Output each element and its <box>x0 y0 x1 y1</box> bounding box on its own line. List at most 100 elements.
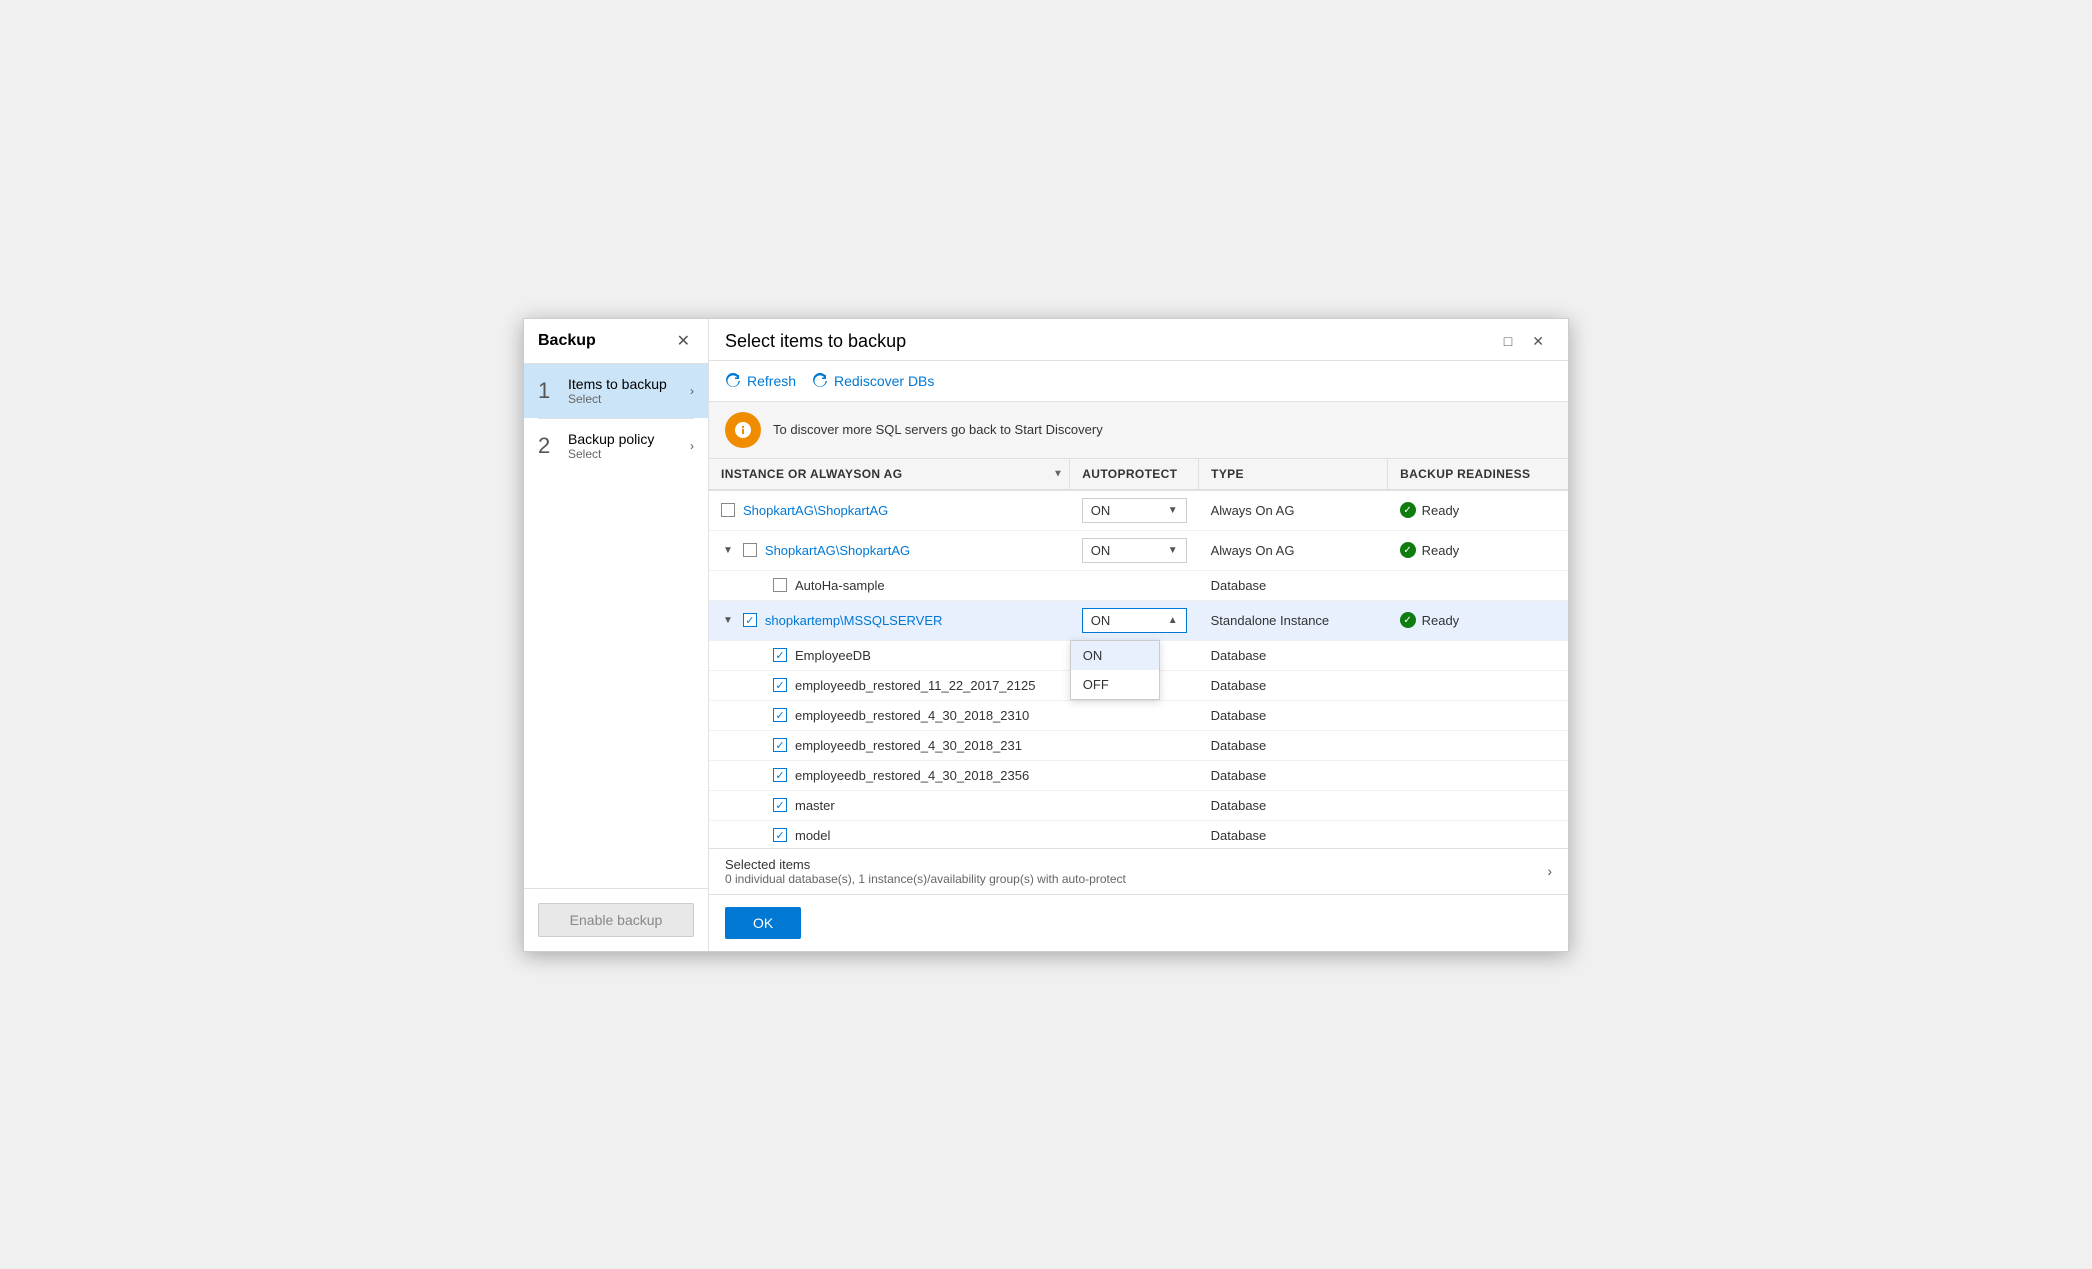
right-panel-header: Select items to backup □ ✕ <box>709 319 1568 361</box>
instance-name: model <box>795 828 830 843</box>
toolbar: Refresh Rediscover DBs <box>709 361 1568 402</box>
autoprotect-dropdown[interactable]: ON ▼ <box>1082 538 1187 563</box>
step-1-item[interactable]: 1 Items to backup Select › <box>524 364 708 418</box>
info-bar: To discover more SQL servers go back to … <box>709 402 1568 459</box>
instance-cell: ✓ employeedb_restored_4_30_2018_231 <box>709 730 1070 760</box>
type-cell: Database <box>1199 570 1388 600</box>
row10-checkbox[interactable]: ✓ <box>773 798 787 812</box>
col-autoprotect: AUTOPROTECT <box>1070 459 1199 490</box>
dropdown-option-off[interactable]: OFF <box>1071 670 1159 699</box>
readiness-cell: ✓ Ready <box>1388 530 1568 570</box>
table-row: ▼ ✓ shopkartemp\MSSQLSERVER ON ▲ <box>709 600 1568 640</box>
row3-checkbox[interactable] <box>773 578 787 592</box>
table-scroll[interactable]: INSTANCE OR ALWAYSON AG ▼ AUTOPROTECT TY… <box>709 459 1568 848</box>
readiness-cell <box>1388 700 1568 730</box>
dropdown-arrow-icon: ▲ <box>1168 615 1178 626</box>
sort-instance-icon[interactable]: ▼ <box>1053 468 1063 479</box>
ok-area: OK <box>709 894 1568 951</box>
selected-items-bar: Selected items 0 individual database(s),… <box>709 848 1568 894</box>
autoprotect-cell <box>1070 790 1199 820</box>
autoprotect-dropdown[interactable]: ON ▲ <box>1082 608 1187 633</box>
autoprotect-cell: ON ▲ ON OFF <box>1070 600 1199 640</box>
table-header-row: INSTANCE OR ALWAYSON AG ▼ AUTOPROTECT TY… <box>709 459 1568 490</box>
row8-checkbox[interactable]: ✓ <box>773 738 787 752</box>
step-1-chevron-icon: › <box>690 384 694 398</box>
ok-button[interactable]: OK <box>725 907 801 939</box>
close-right-button[interactable]: ✕ <box>1524 331 1552 352</box>
type-cell: Database <box>1199 640 1388 670</box>
instance-cell: ▼ ✓ shopkartemp\MSSQLSERVER <box>709 600 1070 640</box>
refresh-label: Refresh <box>747 373 796 389</box>
minimize-button[interactable]: □ <box>1496 331 1520 352</box>
type-cell: Database <box>1199 790 1388 820</box>
instance-cell: ✓ employeedb_restored_11_22_2017_2125 <box>709 670 1070 700</box>
left-panel-title: Backup <box>538 332 596 350</box>
instance-cell: ShopkartAG\ShopkartAG <box>709 490 1070 531</box>
ready-icon: ✓ <box>1400 502 1416 518</box>
instance-cell: ✓ employeedb_restored_4_30_2018_2310 <box>709 700 1070 730</box>
row2-checkbox[interactable] <box>743 543 757 557</box>
refresh-button[interactable]: Refresh <box>725 369 796 393</box>
enable-backup-button[interactable]: Enable backup <box>538 903 694 937</box>
readiness-cell <box>1388 640 1568 670</box>
row7-checkbox[interactable]: ✓ <box>773 708 787 722</box>
instance-cell: ✓ model <box>709 820 1070 848</box>
table-area: INSTANCE OR ALWAYSON AG ▼ AUTOPROTECT TY… <box>709 459 1568 848</box>
type-cell: Database <box>1199 820 1388 848</box>
row4-checkbox[interactable]: ✓ <box>743 613 757 627</box>
left-panel-header: Backup ✕ <box>524 319 708 364</box>
left-panel-footer: Enable backup <box>524 888 708 951</box>
readiness-cell <box>1388 790 1568 820</box>
instance-cell: AutoHa-sample <box>709 570 1070 600</box>
selected-items-label: Selected items <box>725 857 1126 872</box>
autoprotect-cell: ON ▼ <box>1070 530 1199 570</box>
instance-name: AutoHa-sample <box>795 578 885 593</box>
table-body: ShopkartAG\ShopkartAG ON ▼ Always On AG <box>709 490 1568 848</box>
ready-icon: ✓ <box>1400 612 1416 628</box>
instance-name: EmployeeDB <box>795 648 871 663</box>
instance-cell: ✓ master <box>709 790 1070 820</box>
step-1-sub: Select <box>568 392 667 406</box>
ready-label: Ready <box>1422 543 1460 558</box>
right-panel: Select items to backup □ ✕ Refresh Redis… <box>709 319 1568 951</box>
readiness-cell: ✓ Ready <box>1388 490 1568 531</box>
close-button[interactable]: ✕ <box>673 329 694 353</box>
instance-cell: ▼ ShopkartAG\ShopkartAG <box>709 530 1070 570</box>
info-message: To discover more SQL servers go back to … <box>773 422 1103 437</box>
right-panel-title: Select items to backup <box>725 331 906 352</box>
refresh-icon <box>725 373 741 389</box>
table-row: ▼ ShopkartAG\ShopkartAG ON ▼ <box>709 530 1568 570</box>
autoprotect-cell <box>1070 730 1199 760</box>
autoprotect-cell <box>1070 820 1199 848</box>
type-cell: Database <box>1199 730 1388 760</box>
dropdown-arrow-icon: ▼ <box>1168 545 1178 556</box>
left-panel: Backup ✕ 1 Items to backup Select › 2 Ba… <box>524 319 709 951</box>
autoprotect-dropdown[interactable]: ON ▼ <box>1082 498 1187 523</box>
autoprotect-cell <box>1070 760 1199 790</box>
row6-checkbox[interactable]: ✓ <box>773 678 787 692</box>
row1-checkbox[interactable] <box>721 503 735 517</box>
step-1-number: 1 <box>538 378 558 404</box>
selected-items-count: 0 individual database(s), 1 instance(s)/… <box>725 872 1126 886</box>
row9-checkbox[interactable]: ✓ <box>773 768 787 782</box>
table-row: ✓ employeedb_restored_4_30_2018_2356 Dat… <box>709 760 1568 790</box>
readiness-cell <box>1388 570 1568 600</box>
dropdown-option-on[interactable]: ON <box>1071 641 1159 670</box>
expand-button[interactable]: ▼ <box>721 545 735 556</box>
rediscover-label: Rediscover DBs <box>834 373 934 389</box>
ready-label: Ready <box>1422 503 1460 518</box>
step-2-number: 2 <box>538 433 558 459</box>
rediscover-button[interactable]: Rediscover DBs <box>812 369 934 393</box>
app-container: Backup ✕ 1 Items to backup Select › 2 Ba… <box>523 318 1569 952</box>
table-row: AutoHa-sample Database <box>709 570 1568 600</box>
expand-button[interactable]: ▼ <box>721 615 735 626</box>
row11-checkbox[interactable]: ✓ <box>773 828 787 842</box>
instance-name: employeedb_restored_4_30_2018_231 <box>795 738 1022 753</box>
dropdown-arrow-icon: ▼ <box>1168 505 1178 516</box>
selected-items-chevron-icon[interactable]: › <box>1547 863 1552 879</box>
instance-cell: ✓ EmployeeDB <box>709 640 1070 670</box>
col-type: TYPE <box>1199 459 1388 490</box>
step-2-item[interactable]: 2 Backup policy Select › <box>524 419 708 473</box>
row5-checkbox[interactable]: ✓ <box>773 648 787 662</box>
autoprotect-dropdown-menu: ON OFF <box>1070 640 1160 700</box>
